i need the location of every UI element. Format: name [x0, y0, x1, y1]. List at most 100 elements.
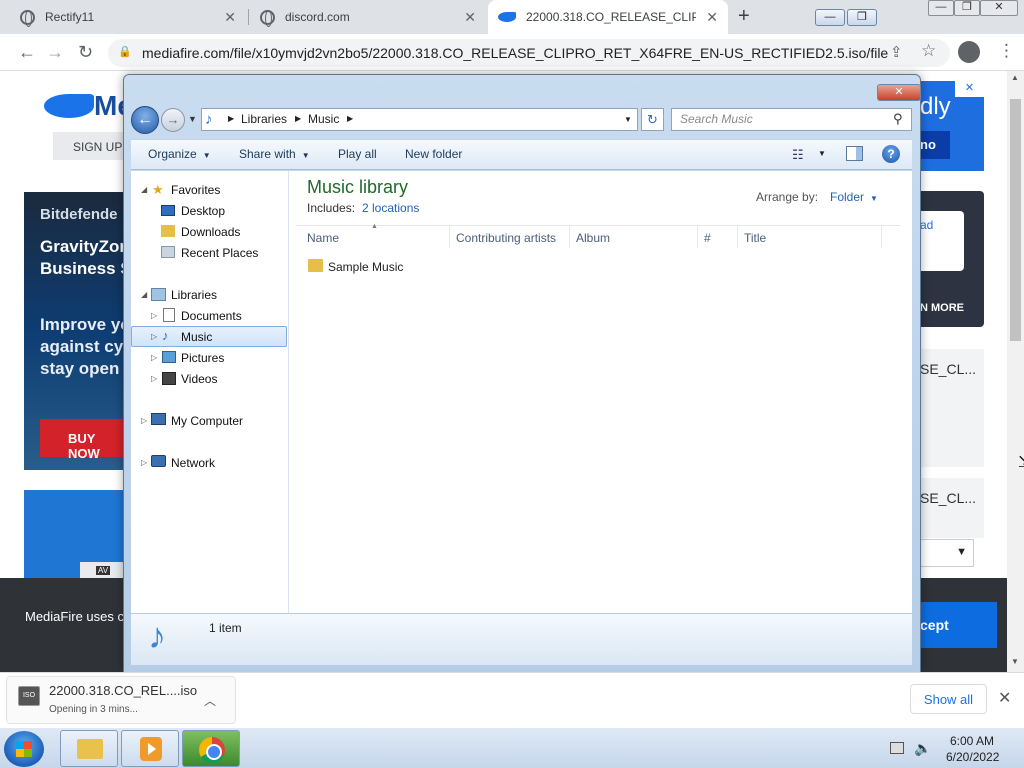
scroll-down-icon[interactable]: ▼	[1011, 657, 1019, 666]
collapse-arrow-icon[interactable]: ▷	[151, 374, 157, 383]
new-folder-button[interactable]: New folder	[405, 147, 462, 161]
learn-more-button[interactable]: N MORE	[920, 302, 964, 314]
folder-icon[interactable]	[308, 259, 323, 272]
share-with-menu[interactable]: Share with ▼	[239, 147, 310, 161]
column-divider[interactable]	[737, 226, 738, 248]
volume-icon[interactable]: 🔈	[914, 740, 931, 757]
taskbar-media-player-button[interactable]	[121, 730, 179, 767]
breadcrumb-libraries[interactable]: Libraries	[241, 112, 287, 126]
promo-link[interactable]: ad	[920, 218, 933, 232]
column-divider[interactable]	[449, 226, 450, 248]
collapse-arrow-icon[interactable]: ▷	[151, 353, 157, 362]
lock-icon[interactable]: 🔒	[118, 45, 132, 58]
start-button[interactable]	[4, 731, 44, 767]
expand-arrow-icon[interactable]: ◢	[141, 185, 147, 194]
browser-menu-icon[interactable]: ⋮	[998, 41, 1015, 61]
minimize-window-button[interactable]: —	[928, 0, 954, 16]
collapse-arrow-icon[interactable]: ▷	[141, 416, 147, 425]
taskbar-explorer-button[interactable]	[60, 730, 118, 767]
scrollbar-thumb[interactable]	[1010, 99, 1021, 341]
right-ad-button[interactable]: no	[920, 131, 950, 159]
locations-link[interactable]: 2 locations	[362, 201, 419, 215]
view-options-chevron-icon[interactable]: ▼	[818, 149, 826, 158]
tab-close-icon[interactable]: ✕	[706, 9, 718, 26]
reload-icon[interactable]: ↻	[78, 42, 93, 63]
close-shelf-icon[interactable]: ✕	[998, 688, 1011, 708]
new-tab-button[interactable]: +	[738, 5, 750, 28]
profile-avatar-icon[interactable]	[958, 41, 980, 63]
explorer-close-button[interactable]: ✕	[877, 84, 921, 101]
column-header-artists[interactable]: Contributing artists	[456, 231, 556, 245]
scroll-up-icon[interactable]: ▲	[1011, 73, 1019, 82]
signup-button[interactable]: SIGN UP	[53, 132, 125, 160]
taskbar-chrome-button[interactable]	[182, 730, 240, 767]
network-tray-icon[interactable]	[890, 742, 904, 754]
forward-icon[interactable]: →	[46, 42, 64, 63]
play-all-button[interactable]: Play all	[338, 147, 377, 161]
explorer-maximize-button[interactable]: ❐	[847, 9, 877, 26]
column-header-name[interactable]: Name	[307, 231, 339, 245]
nav-pictures[interactable]: Pictures	[181, 351, 224, 365]
column-header-number[interactable]: #	[704, 231, 711, 245]
accept-cookies-button[interactable]: cept	[920, 602, 997, 648]
nav-music[interactable]: Music	[181, 330, 212, 344]
column-header-album[interactable]: Album	[576, 231, 610, 245]
nav-network[interactable]: Network	[171, 456, 215, 470]
search-placeholder[interactable]: Search Music	[680, 112, 753, 126]
expand-arrow-icon[interactable]: ◢	[141, 290, 147, 299]
breadcrumb-dropdown-icon[interactable]: ▼	[624, 115, 632, 124]
nav-downloads[interactable]: Downloads	[181, 225, 240, 239]
dropdown-select[interactable]: ▼	[920, 539, 974, 567]
explorer-minimize-button[interactable]: —	[815, 9, 845, 26]
tab-close-icon[interactable]: ✕	[464, 9, 476, 26]
tab-discord[interactable]: discord.com ✕	[250, 0, 486, 34]
column-header-title[interactable]: Title	[744, 231, 766, 245]
recent-pages-chevron-icon[interactable]: ▼	[188, 114, 197, 124]
breadcrumb-arrow-icon[interactable]: ▶	[228, 114, 234, 123]
nav-recent-places[interactable]: Recent Places	[181, 246, 258, 260]
collapse-arrow-icon[interactable]: ▷	[151, 332, 157, 341]
buy-now-button[interactable]: BUY NOW	[40, 419, 124, 461]
column-divider[interactable]	[881, 226, 882, 248]
tab-rectify11[interactable]: Rectify11 ✕	[10, 0, 246, 34]
tab-close-icon[interactable]: ✕	[224, 9, 236, 26]
organize-menu[interactable]: Organize ▼	[148, 147, 211, 161]
collapse-arrow-icon[interactable]: ▷	[151, 311, 157, 320]
bookmark-star-icon[interactable]: ☆	[921, 41, 936, 61]
arrange-by-dropdown[interactable]: Folder ▼	[830, 190, 878, 204]
close-window-button[interactable]: ✕	[980, 0, 1018, 16]
nav-desktop[interactable]: Desktop	[181, 204, 225, 218]
preview-pane-icon[interactable]	[846, 146, 863, 161]
clock-date[interactable]: 6/20/2022	[946, 750, 999, 764]
url-text[interactable]: mediafire.com/file/x10ymvjd2vn2bo5/22000…	[142, 45, 888, 61]
change-view-icon[interactable]: ☷	[792, 147, 804, 163]
collapse-arrow-icon[interactable]: ▷	[141, 458, 147, 467]
clock-time[interactable]: 6:00 AM	[950, 734, 994, 748]
refresh-icon[interactable]: ↻	[641, 108, 664, 131]
column-divider[interactable]	[697, 226, 698, 248]
list-item[interactable]: Sample Music	[328, 260, 403, 274]
nav-documents[interactable]: Documents	[181, 309, 242, 323]
forward-arrow-icon[interactable]: →	[161, 108, 185, 132]
nav-libraries[interactable]: Libraries	[171, 288, 217, 302]
restore-window-button[interactable]: ❐	[954, 0, 980, 16]
breadcrumb-music[interactable]: Music	[308, 112, 339, 126]
ad-close-icon[interactable]: ✕	[955, 81, 984, 97]
nav-videos[interactable]: Videos	[181, 372, 217, 386]
page-scrollbar[interactable]: ▲ ▼	[1007, 71, 1024, 672]
search-icon[interactable]: ⚲	[893, 111, 903, 127]
back-icon[interactable]: ←	[18, 42, 36, 63]
show-all-downloads-button[interactable]: Show all	[910, 684, 987, 714]
column-divider[interactable]	[569, 226, 570, 248]
breadcrumb-arrow-icon[interactable]: ▶	[295, 114, 301, 123]
help-icon[interactable]: ?	[882, 145, 900, 163]
ad-banner-2[interactable]: AV	[24, 490, 124, 580]
share-icon[interactable]: ⇪	[890, 43, 903, 61]
nav-favorites[interactable]: Favorites	[171, 183, 220, 197]
chevron-up-icon[interactable]: ︿	[204, 692, 216, 709]
breadcrumb-arrow-icon[interactable]: ▶	[347, 114, 353, 123]
nav-my-computer[interactable]: My Computer	[171, 414, 243, 428]
download-filename[interactable]: 22000.318.CO_REL....iso	[49, 683, 197, 698]
back-arrow-icon[interactable]: ←	[131, 106, 159, 134]
tab-mediafire[interactable]: 22000.318.CO_RELEASE_CLIPRO_ ✕	[488, 0, 728, 34]
